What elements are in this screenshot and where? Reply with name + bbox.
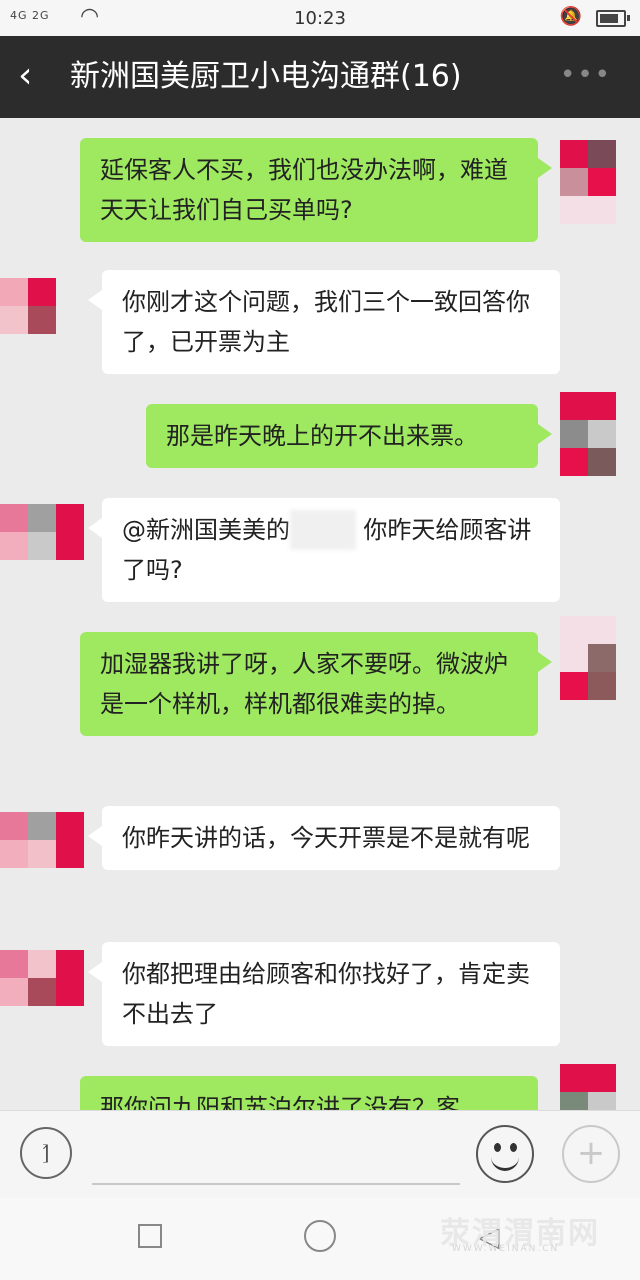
- redacted-name: XXXX: [290, 510, 356, 550]
- status-time: 10:23: [294, 8, 346, 29]
- message-bubble-outgoing[interactable]: 加湿器我讲了呀，人家不要呀。微波炉是一个样机，样机都很难卖的掉。: [80, 632, 552, 736]
- input-bar: ⦐ +: [0, 1110, 640, 1199]
- message-text: 你刚才这个问题，我们三个一致回答你了，已开票为主: [122, 288, 530, 356]
- chat-header: ‹ 新洲国美厨卫小电沟通群(16) •••: [0, 36, 640, 118]
- chevron-left-icon[interactable]: ‹: [18, 54, 58, 98]
- message-text: 那你问九阳和苏泊尔讲了没有？客: [100, 1094, 460, 1110]
- avatar[interactable]: [560, 616, 616, 700]
- message-bubble-outgoing[interactable]: 那是昨天晚上的开不出来票。: [146, 404, 552, 468]
- message-text: 你都把理由给顾客和你找好了，肯定卖不出去了: [122, 960, 530, 1028]
- message-bubble-outgoing[interactable]: 那你问九阳和苏泊尔讲了没有？客: [80, 1076, 538, 1110]
- mention[interactable]: @新洲国美美的: [122, 516, 290, 544]
- message-list[interactable]: 延保客人不买，我们也没办法啊，难道天天让我们自己买单吗? 你刚才这个问题，我们三…: [0, 118, 640, 1110]
- avatar[interactable]: [0, 504, 56, 586]
- circle-icon[interactable]: [304, 1220, 336, 1252]
- message-bubble-outgoing[interactable]: 延保客人不买，我们也没办法啊，难道天天让我们自己买单吗?: [80, 138, 552, 242]
- avatar[interactable]: [560, 1064, 616, 1110]
- system-nav-bar: ◁ 荥渭渭南网 WWW.WEINAN.CN: [0, 1198, 640, 1280]
- plus-icon[interactable]: +: [562, 1125, 620, 1183]
- chat-title: 新洲国美厨卫小电沟通群(16): [70, 59, 462, 94]
- message-text: 加湿器我讲了呀，人家不要呀。微波炉是一个样机，样机都很难卖的掉。: [100, 650, 508, 718]
- avatar[interactable]: [56, 504, 84, 586]
- avatar[interactable]: [560, 140, 616, 224]
- more-dots-icon[interactable]: •••: [560, 60, 612, 90]
- message-bubble-incoming[interactable]: 你都把理由给顾客和你找好了，肯定卖不出去了: [88, 942, 560, 1046]
- avatar[interactable]: [0, 950, 56, 1032]
- message-text: 那是昨天晚上的开不出来票。: [166, 422, 478, 450]
- mute-bell-icon: 🔕: [559, 6, 582, 27]
- square-icon[interactable]: [138, 1224, 162, 1248]
- battery-icon: [596, 10, 630, 27]
- emoji-icon[interactable]: [476, 1125, 534, 1183]
- status-bar: 4G 2G ◠ 10:23 🔕: [0, 0, 640, 36]
- message-text: 延保客人不买，我们也没办法啊，难道天天让我们自己买单吗?: [100, 156, 508, 224]
- avatar[interactable]: [56, 950, 84, 1032]
- voice-icon[interactable]: ⦐: [20, 1127, 72, 1179]
- avatar[interactable]: [56, 812, 84, 894]
- avatar[interactable]: [0, 278, 56, 360]
- message-bubble-incoming[interactable]: @新洲国美美的XXXX 你昨天给顾客讲了吗?: [88, 498, 560, 602]
- message-bubble-incoming[interactable]: 你刚才这个问题，我们三个一致回答你了，已开票为主: [88, 270, 560, 374]
- message-input[interactable]: [92, 1131, 460, 1185]
- message-bubble-incoming[interactable]: 你昨天讲的话，今天开票是不是就有呢: [88, 806, 560, 870]
- avatar[interactable]: [0, 812, 56, 894]
- avatar[interactable]: [560, 392, 616, 476]
- message-text: 你昨天讲的话，今天开票是不是就有呢: [122, 824, 530, 852]
- watermark-url: WWW.WEINAN.CN: [452, 1244, 560, 1254]
